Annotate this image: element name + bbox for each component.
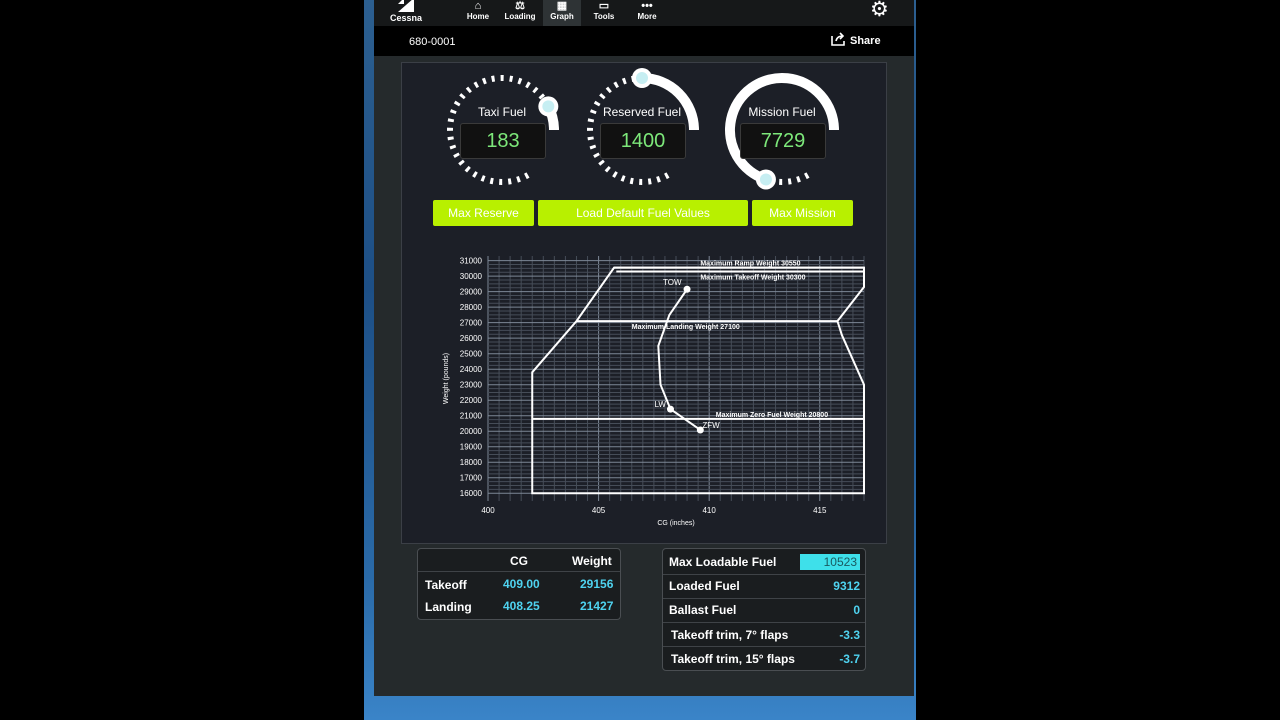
reserved-fuel-label: Reserved Fuel [602,105,682,119]
y-tick-label: 21000 [460,412,483,421]
row-divider [663,622,865,623]
trim-15-flaps-label: Takeoff trim, 15° flaps [671,652,795,666]
x-tick-label: 410 [702,506,716,515]
top-nav-bar: Cessna ⌂ Home ⚖ Loading ▦ Graph ▭ Tools ••• M… [374,0,914,26]
home-icon: ⌂ [474,0,482,12]
y-tick-label: 20000 [460,427,483,436]
trim-15-flaps-value: -3.7 [839,652,860,666]
limit-label: Maximum Takeoff Weight 30300 [700,275,805,282]
max-reserve-button[interactable]: Max Reserve [433,200,534,226]
ballast-fuel-value: 0 [853,603,860,617]
reserved-fuel-value[interactable]: 1400 [600,123,686,159]
weight-header: Weight [572,554,612,568]
takeoff-label: Takeoff [425,578,467,592]
graph-icon: ▦ [556,0,568,12]
limit-label: Maximum Landing Weight 27100 [632,324,740,331]
nav-graph[interactable]: ▦ Graph [543,0,581,26]
tail-number: 680-0001 [409,36,456,48]
nav-graph-label: Graph [550,12,574,21]
x-tick-label: 405 [592,506,606,515]
takeoff-weight: 29156 [580,577,614,591]
x-axis-label: CG (inches) [657,520,694,527]
max-mission-button[interactable]: Max Mission [752,200,853,226]
y-tick-label: 16000 [460,489,483,498]
cg-point-label: TOW [663,278,682,287]
landing-label: Landing [425,600,472,614]
y-tick-label: 19000 [460,443,483,452]
cg-weight-table: CG Weight Takeoff 409.00 29156 Landing 4… [417,548,621,620]
y-tick-label: 30000 [460,272,483,281]
fuel-summary-table: Max Loadable Fuel 10523 Loaded Fuel 9312… [662,548,866,671]
mission-fuel-value[interactable]: 7729 [740,123,826,159]
nav-home-label: Home [466,12,490,21]
row-divider [663,646,865,647]
table-divider [418,571,620,572]
nav-tools-label: Tools [593,12,615,21]
cg-header: CG [510,554,528,568]
landing-cg: 408.25 [503,599,540,613]
max-loadable-fuel-label: Max Loadable Fuel [669,555,777,569]
y-tick-label: 28000 [460,303,483,312]
gauge-knob-center [636,72,648,84]
y-tick-label: 25000 [460,350,483,359]
cessna-logo-icon [398,0,414,12]
gauge-knob-center [759,173,772,186]
row-divider [663,598,865,599]
taxi-fuel-value[interactable]: 183 [460,123,546,159]
cessna-logo: Cessna [388,0,424,26]
y-tick-label: 17000 [460,474,483,483]
y-tick-label: 31000 [460,257,483,266]
y-tick-label: 22000 [460,396,483,405]
nav-loading[interactable]: ⚖ Loading [502,0,538,26]
x-tick-label: 400 [481,506,495,515]
y-tick-label: 18000 [460,458,483,467]
loaded-fuel-value: 9312 [833,579,860,593]
cg-point [683,285,691,293]
limit-label: Maximum Zero Fuel Weight 20800 [716,412,828,419]
y-tick-label: 23000 [460,381,483,390]
y-tick-label: 24000 [460,365,483,374]
brand-label: Cessna [390,13,423,23]
load-default-fuel-button[interactable]: Load Default Fuel Values [538,200,748,226]
more-icon: ••• [641,0,653,12]
nav-loading-label: Loading [504,12,536,21]
trim-7-flaps-value: -3.3 [839,628,860,642]
y-tick-label: 27000 [460,319,483,328]
nav-more[interactable]: ••• More [633,0,661,26]
share-button[interactable]: Share [831,32,881,47]
share-label: Share [850,35,881,47]
y-axis-label: Weight (pounds) [443,353,450,404]
cg-point-label: ZFW [702,421,720,430]
gear-icon[interactable]: ⚙ [870,0,889,22]
x-tick-label: 415 [813,506,827,515]
max-loadable-fuel-value[interactable]: 10523 [800,554,860,570]
landing-weight: 21427 [580,599,614,613]
y-tick-label: 26000 [460,334,483,343]
scale-icon: ⚖ [515,0,525,12]
loaded-fuel-label: Loaded Fuel [669,579,740,593]
trim-7-flaps-label: Takeoff trim, 7° flaps [671,628,789,642]
cg-envelope-chart: 16000 17000 18000 19000 20000 21000 22000 23000… [443,256,865,527]
y-tick-label: 29000 [460,288,483,297]
cg-point-label: LW [654,400,666,409]
nav-home[interactable]: ⌂ Home [464,0,492,26]
nav-more-label: More [637,12,657,21]
ballast-fuel-label: Ballast Fuel [669,603,737,617]
row-divider [663,574,865,575]
mission-fuel-label: Mission Fuel [748,105,816,119]
limit-label: Maximum Ramp Weight 30550 [700,261,800,268]
taxi-fuel-label: Taxi Fuel [477,105,527,119]
nav-tools[interactable]: ▭ Tools [590,0,618,26]
share-icon [831,32,845,46]
takeoff-cg: 409.00 [503,577,540,591]
cg-point [666,405,674,413]
tools-icon: ▭ [598,0,610,12]
